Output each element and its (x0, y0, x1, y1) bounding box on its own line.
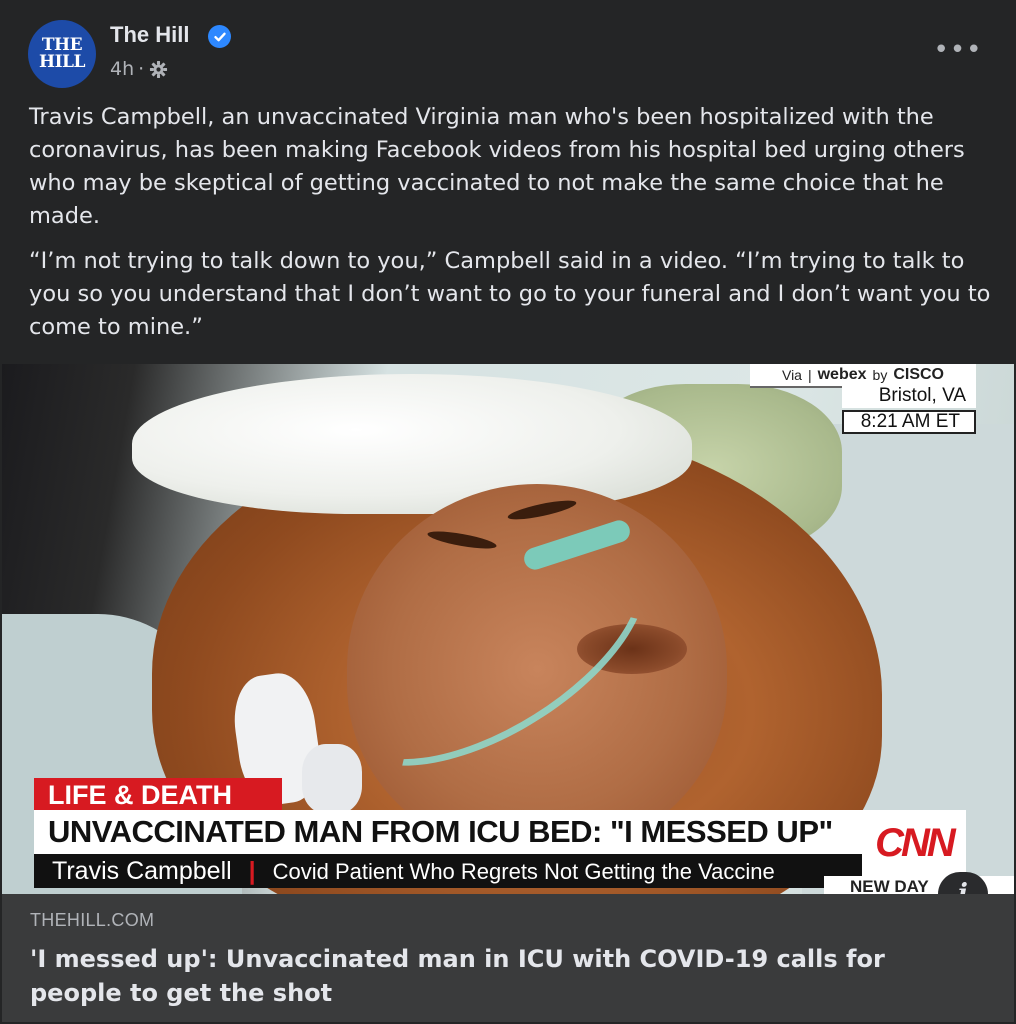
chyron-name: Travis Campbell (52, 857, 232, 885)
link-preview[interactable]: THEHILL.COM 'I messed up': Unvaccinated … (2, 894, 1014, 1022)
thumbnail-glove-fingers (302, 744, 362, 814)
chyron-headline: UNVACCINATED MAN FROM ICU BED: "I MESSED… (34, 810, 862, 854)
post-paragraph-2: “I’m not trying to talk down to you,” Ca… (29, 248, 991, 340)
video-thumbnail[interactable]: Via | webex by CISCO Bristol, VA 8:21 AM… (2, 364, 1014, 894)
thumbnail-towel (132, 374, 692, 514)
post-text: Travis Campbell, an unvaccinated Virgini… (29, 101, 994, 356)
dateline-location: Bristol, VA (842, 384, 976, 408)
cnn-logo: CNN (862, 810, 966, 876)
webex-cisco: CISCO (893, 366, 944, 383)
avatar-text-line2: HILL (39, 52, 85, 72)
webex-separator: | (807, 367, 812, 383)
facebook-post: THE HILL The Hill 4h · ••• Travis Campbe… (0, 0, 1016, 1024)
verified-badge-icon (208, 25, 231, 48)
page-name-link[interactable]: The Hill (110, 22, 189, 48)
chyron-subtitle: Covid Patient Who Regrets Not Getting th… (272, 859, 775, 884)
post-timestamp[interactable]: 4h (110, 58, 134, 80)
dateline-time: 8:21 AM ET (842, 410, 976, 434)
webex-brand: webex (817, 366, 867, 383)
chyron-separator: | (248, 857, 256, 885)
page-avatar[interactable]: THE HILL (28, 20, 96, 88)
link-domain: THEHILL.COM (30, 910, 155, 930)
chyron-tag: LIFE & DEATH (34, 778, 282, 812)
post-paragraph-1: Travis Campbell, an unvaccinated Virgini… (29, 104, 965, 229)
gear-icon[interactable] (148, 59, 168, 79)
webex-by: by (872, 367, 888, 383)
webex-via: Via (781, 367, 802, 383)
post-header: THE HILL The Hill 4h · ••• (28, 20, 988, 88)
chyron-lower-third: Travis Campbell | Covid Patient Who Regr… (34, 854, 862, 888)
post-meta: 4h · (110, 58, 168, 80)
more-options-button[interactable]: ••• (934, 34, 982, 66)
link-title[interactable]: 'I messed up': Unvaccinated man in ICU w… (30, 942, 980, 1010)
meta-separator: · (138, 58, 145, 80)
